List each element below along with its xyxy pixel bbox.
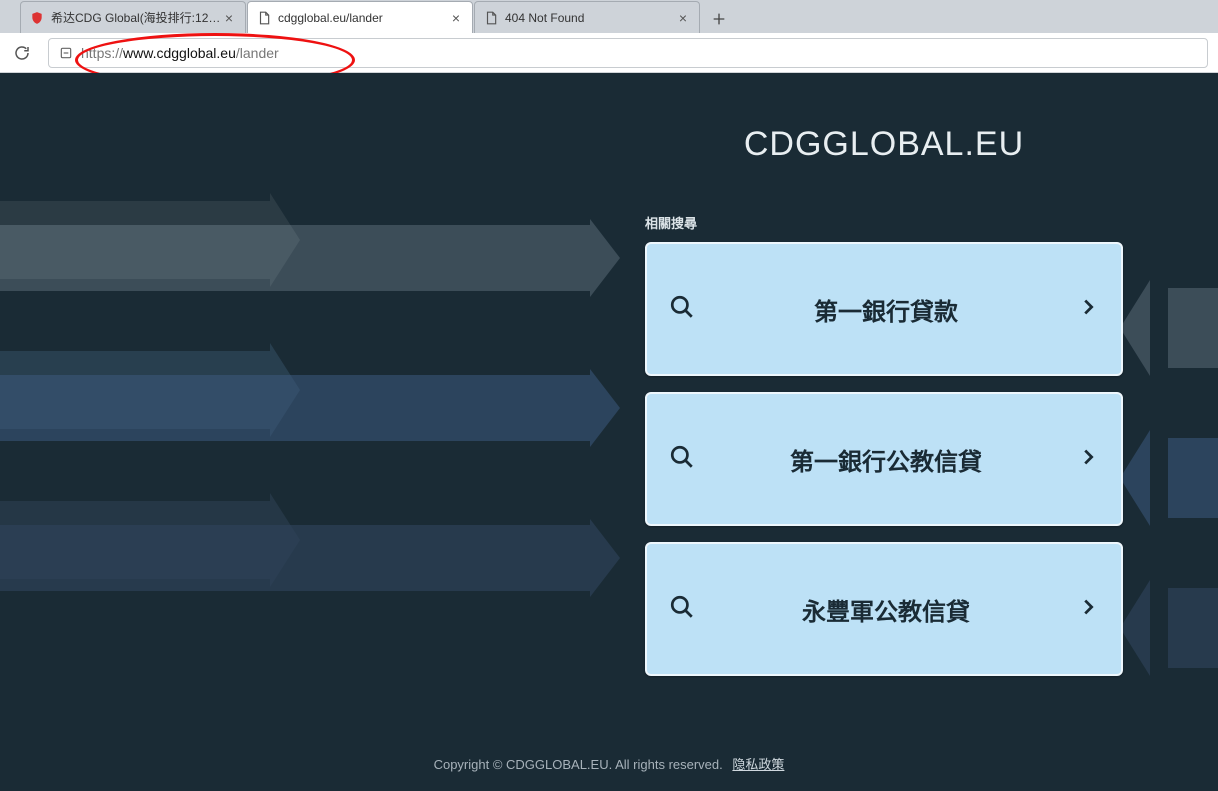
browser-tab-2[interactable]: 404 Not Found ×	[474, 1, 700, 33]
search-result-3[interactable]: 永豐軍公教信貸	[645, 542, 1123, 676]
browser-tab-0[interactable]: 希达CDG Global(海投排行:1255)_ ×	[20, 1, 246, 33]
new-tab-button[interactable]	[705, 5, 733, 33]
url-host: www.cdgglobal.eu	[123, 45, 236, 61]
result-label: 第一銀行公教信貸	[695, 442, 1077, 477]
search-icon	[669, 294, 695, 325]
related-searches: 相關搜尋 第一銀行貸款 第一銀行公教信貸 永豐軍公教信貸	[645, 213, 1123, 692]
refresh-button[interactable]	[10, 41, 34, 65]
related-label: 相關搜尋	[645, 213, 1123, 232]
tab-title: 希达CDG Global(海投排行:1255)_	[51, 9, 221, 26]
search-result-2[interactable]: 第一銀行公教信貸	[645, 392, 1123, 526]
close-icon[interactable]: ×	[221, 10, 237, 26]
search-result-1[interactable]: 第一銀行貸款	[645, 242, 1123, 376]
close-icon[interactable]: ×	[675, 10, 691, 26]
favicon-shield-icon	[29, 10, 45, 26]
result-label: 第一銀行貸款	[695, 292, 1077, 327]
chevron-right-icon	[1077, 296, 1099, 323]
search-icon	[669, 594, 695, 625]
favicon-document-icon	[483, 10, 499, 26]
favicon-document-icon	[256, 10, 272, 26]
privacy-link[interactable]: 隐私政策	[732, 757, 784, 772]
chevron-right-icon	[1077, 446, 1099, 473]
chevron-right-icon	[1077, 596, 1099, 623]
search-icon	[669, 444, 695, 475]
tab-title: 404 Not Found	[505, 11, 675, 25]
footer: Copyright © CDGGLOBAL.EU. All rights res…	[0, 754, 1218, 773]
result-label: 永豐軍公教信貸	[695, 592, 1077, 627]
decorative-arrows-right	[1148, 253, 1218, 703]
close-icon[interactable]: ×	[448, 10, 464, 26]
tab-title: cdgglobal.eu/lander	[278, 11, 448, 25]
site-info-icon[interactable]	[59, 46, 73, 60]
footer-copyright: Copyright © CDGGLOBAL.EU. All rights res…	[434, 757, 723, 772]
page-title: CDGGLOBAL.EU	[0, 125, 1218, 164]
address-bar[interactable]: https://www.cdgglobal.eu/lander	[48, 38, 1208, 68]
address-bar-row: https://www.cdgglobal.eu/lander	[0, 33, 1218, 73]
browser-tab-bar: 希达CDG Global(海投排行:1255)_ × cdgglobal.eu/…	[0, 0, 1218, 33]
url-scheme: https://	[81, 45, 123, 61]
decorative-arrows-left	[0, 201, 650, 651]
url-path: /lander	[236, 45, 279, 61]
page-content: CDGGLOBAL.EU 相關搜尋 第一銀行貸款 第一銀行公教信貸	[0, 73, 1218, 791]
browser-tab-1[interactable]: cdgglobal.eu/lander ×	[247, 1, 473, 33]
